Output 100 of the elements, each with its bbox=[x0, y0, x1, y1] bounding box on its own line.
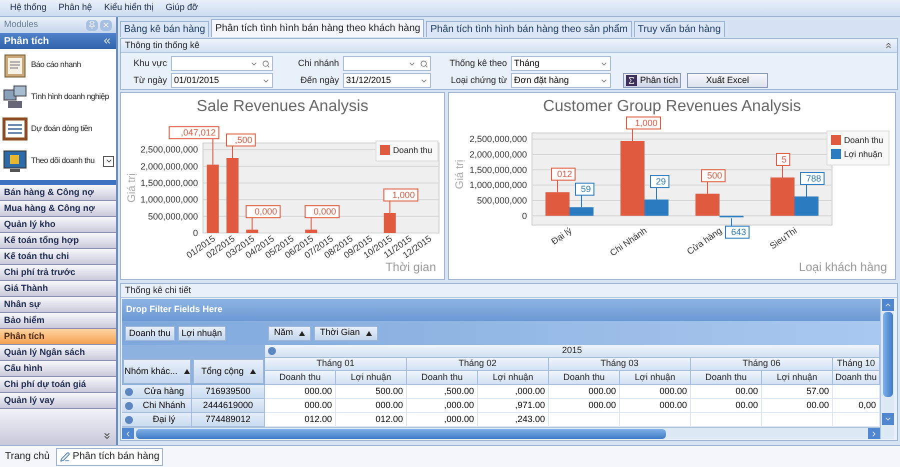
row-header[interactable]: Đại lý bbox=[122, 413, 192, 427]
column-header: Lợi nhuận bbox=[620, 371, 691, 385]
nav-item[interactable]: Quản lý vay bbox=[0, 393, 116, 409]
combo-field[interactable]: Tháng bbox=[511, 56, 611, 71]
tick-label: 1,500,000,000 bbox=[469, 164, 527, 175]
table-cell bbox=[549, 413, 620, 427]
data-label: 1,000 bbox=[626, 116, 661, 142]
table-cell bbox=[833, 413, 880, 427]
combo-field[interactable]: 01/01/2015 bbox=[171, 73, 273, 88]
nav-item[interactable]: Phân tích bbox=[0, 329, 116, 345]
close-button[interactable] bbox=[100, 20, 112, 30]
data-label: 1,000 bbox=[383, 188, 418, 214]
nav-item[interactable]: Nhân sự bbox=[0, 297, 116, 313]
menu-item[interactable]: Phân hệ bbox=[58, 1, 92, 15]
sort-arrow-icon bbox=[184, 369, 190, 374]
collapse-icon[interactable] bbox=[102, 36, 112, 46]
tab[interactable]: Phân tích tình hình bán hàng theo khách hàng bbox=[211, 19, 424, 37]
scroll-down-button[interactable] bbox=[882, 413, 894, 425]
data-label: 0,000 bbox=[246, 205, 281, 230]
column-header: Doanh thu bbox=[407, 371, 478, 385]
taskbar-tab[interactable]: Trang chủ bbox=[2, 448, 53, 466]
row-header[interactable]: Cửa hàng bbox=[122, 385, 192, 399]
collapse-icon[interactable] bbox=[884, 41, 893, 50]
module-item[interactable]: Dự đoán dòng tiền bbox=[0, 113, 116, 145]
nav-item[interactable]: Kế toán thu chi bbox=[0, 249, 116, 265]
field-button[interactable]: Thời Gian bbox=[314, 326, 378, 340]
menu-item[interactable]: Giúp đỡ bbox=[166, 1, 198, 15]
sort-arrow-icon bbox=[299, 330, 306, 336]
analyze-button[interactable]: Phân tích bbox=[623, 73, 682, 88]
table-cell: ,000.00 bbox=[478, 385, 549, 399]
monitor-icon bbox=[2, 148, 28, 174]
table-cell: 000.00 bbox=[336, 399, 407, 413]
tab[interactable]: Truy vấn bán hàng bbox=[634, 21, 725, 37]
column-header: Lợi nhuận bbox=[336, 371, 407, 385]
menu-item[interactable]: Kiểu hiển thị bbox=[104, 1, 154, 15]
data-label: 788 bbox=[800, 172, 825, 197]
table-cell bbox=[833, 385, 880, 399]
scroll-up-button[interactable] bbox=[882, 299, 894, 311]
nav-item[interactable]: Chi phí trả trước bbox=[0, 265, 116, 281]
field-label: Loại chứng từ bbox=[450, 74, 507, 87]
nav-item[interactable]: Mua hàng & Công nợ bbox=[0, 201, 116, 217]
combo-field[interactable]: 31/12/2015 bbox=[343, 73, 431, 88]
tab[interactable]: Phân tích tình hình bán hàng theo sản phẩm bbox=[426, 21, 632, 37]
module-item[interactable]: Tình hình doanh nghiệp bbox=[0, 81, 116, 113]
more-icon[interactable] bbox=[102, 431, 112, 441]
nav-item[interactable]: Quản lý Ngân sách bbox=[0, 345, 116, 361]
nav-item[interactable]: Giá Thành bbox=[0, 281, 116, 297]
taskbar-tab[interactable]: Phân tích bán hàng bbox=[56, 448, 164, 466]
tab[interactable]: Bảng kê bán hàng bbox=[120, 21, 210, 37]
module-item[interactable]: Báo cáo nhanh bbox=[0, 49, 116, 81]
combo-field[interactable]: Đơn đặt hàng bbox=[511, 73, 611, 88]
field-button[interactable]: Năm bbox=[268, 326, 312, 340]
pen-icon bbox=[60, 452, 70, 462]
field-button[interactable]: Doanh thu bbox=[125, 326, 175, 340]
scroll-left-button[interactable] bbox=[122, 428, 134, 439]
axis-title: Giá trị bbox=[454, 160, 466, 190]
column-header: 2015 bbox=[562, 344, 582, 358]
tick-label: Cửa hàng bbox=[685, 225, 724, 257]
axis-title: Giá trị bbox=[126, 173, 138, 203]
sort-arrow-icon bbox=[250, 369, 256, 374]
panel-title: Thống kê chi tiết bbox=[125, 284, 192, 297]
column-header: Tháng 10 bbox=[833, 358, 880, 371]
menu-item[interactable]: Hệ thống bbox=[10, 1, 47, 15]
nav-item[interactable]: Bảo hiểm bbox=[0, 313, 116, 329]
scroll-thumb[interactable] bbox=[136, 428, 666, 438]
close-icon bbox=[102, 21, 110, 29]
horizontal-scrollbar[interactable] bbox=[122, 427, 880, 439]
table-cell: 00.00 bbox=[691, 385, 762, 399]
row-header[interactable]: Chi Nhánh bbox=[122, 399, 192, 413]
scroll-thumb[interactable] bbox=[882, 312, 892, 397]
vertical-scrollbar[interactable] bbox=[880, 299, 894, 439]
nav-item[interactable]: Quản lý kho bbox=[0, 217, 116, 233]
data-label: 500 bbox=[701, 169, 726, 194]
field-label: Chi nhánh bbox=[296, 56, 339, 70]
table-cell: 000.00 bbox=[620, 399, 691, 413]
column-header: Doanh thu bbox=[265, 371, 336, 385]
pin-button[interactable] bbox=[86, 20, 98, 30]
nav-item[interactable]: Bán hàng & Công nợ bbox=[0, 185, 116, 201]
table-cell: ,971.00 bbox=[478, 399, 549, 413]
dropdown-button[interactable] bbox=[103, 156, 114, 166]
field-button[interactable]: Lợi nhuận bbox=[178, 326, 226, 340]
table-cell: 2444619000 bbox=[192, 399, 265, 413]
combo-field[interactable] bbox=[171, 56, 273, 71]
table-cell: 716939500 bbox=[192, 385, 265, 399]
export-button[interactable]: Xuất Excel bbox=[687, 73, 768, 88]
table-cell: ,000.00 bbox=[407, 413, 478, 427]
bar bbox=[246, 230, 258, 233]
nav-item[interactable]: Cấu hình bbox=[0, 361, 116, 377]
table-cell: 00.00 bbox=[691, 399, 762, 413]
module-item[interactable]: Theo dõi doanh thu bbox=[0, 145, 116, 177]
pin-icon bbox=[88, 21, 96, 29]
nav-item[interactable]: Chi phí dự toán giá bbox=[0, 377, 116, 393]
collapse-icon[interactable] bbox=[268, 347, 276, 355]
scroll-right-button[interactable] bbox=[868, 428, 880, 439]
clipboard-icon bbox=[2, 52, 28, 78]
combo-field[interactable] bbox=[343, 56, 431, 71]
field-button[interactable]: Nhóm khác... bbox=[123, 359, 191, 384]
nav-item[interactable]: Kế toán tổng hợp bbox=[0, 233, 116, 249]
column-header: Tháng 03 bbox=[549, 358, 691, 371]
field-button[interactable]: Tổng cộng bbox=[193, 359, 264, 384]
